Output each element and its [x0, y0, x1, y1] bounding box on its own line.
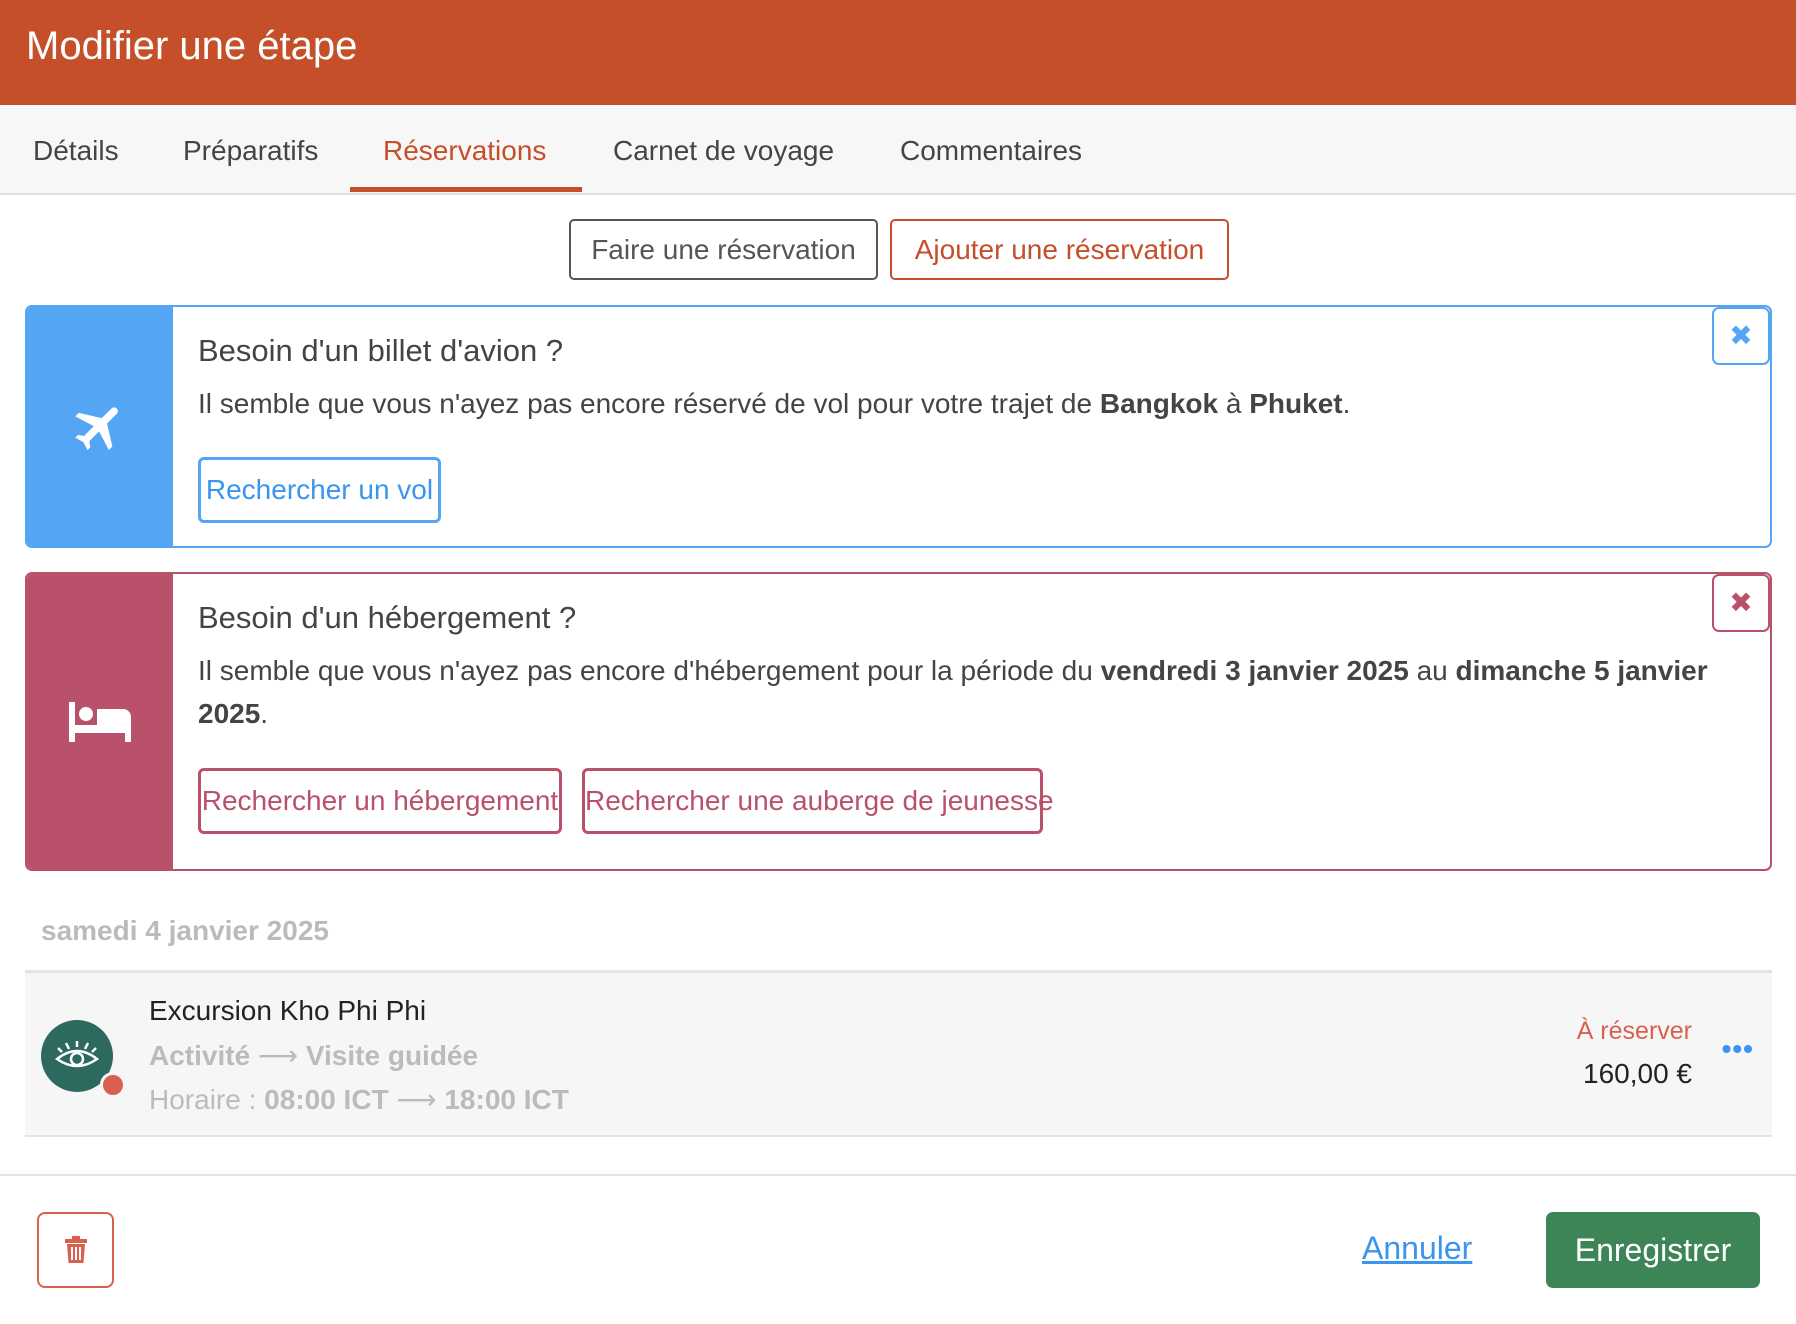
item-schedule: Horaire : 08:00 ICT ⟶ 18:00 ICT — [149, 1084, 569, 1115]
lodging-suggestion-card: Besoin d'un hébergement ? Il semble que … — [25, 572, 1772, 871]
tab-carnet-de-voyage[interactable]: Carnet de voyage — [613, 135, 834, 167]
active-tab-indicator — [350, 187, 582, 192]
search-lodging-button[interactable]: Rechercher un hébergement — [198, 768, 562, 834]
modal-title: Modifier une étape — [26, 24, 358, 68]
item-category: Activité ⟶ Visite guidée — [149, 1040, 479, 1071]
flight-card-sidebar — [27, 307, 173, 546]
more-options-icon[interactable]: ••• — [1722, 1033, 1754, 1065]
trash-icon — [64, 1236, 87, 1263]
modal-header: Modifier une étape — [0, 0, 1796, 105]
save-button[interactable]: Enregistrer — [1546, 1212, 1760, 1288]
lodging-card-text: Il semble que vous n'ayez pas encore d'h… — [198, 655, 1708, 729]
tab-reservations[interactable]: Réservations — [383, 135, 546, 167]
destination-city: Phuket — [1249, 388, 1343, 419]
reservation-item[interactable]: Excursion Kho Phi Phi Activité ⟶ Visite … — [25, 970, 1772, 1137]
make-reservation-button[interactable]: Faire une réservation — [569, 219, 878, 280]
lodging-start-date: vendredi 3 janvier 2025 — [1100, 655, 1409, 686]
flight-suggestion-card: Besoin d'un billet d'avion ? Il semble q… — [25, 305, 1772, 548]
tab-details[interactable]: Détails — [33, 135, 119, 167]
tab-commentaires[interactable]: Commentaires — [900, 135, 1082, 167]
tab-bar: Détails Préparatifs Réservations Carnet … — [0, 105, 1796, 195]
delete-button[interactable] — [37, 1212, 114, 1288]
lodging-card-title: Besoin d'un hébergement ? — [198, 600, 577, 635]
flight-card-close-icon[interactable]: ✖ — [1712, 307, 1770, 365]
plane-icon — [75, 406, 118, 450]
bed-icon — [69, 701, 131, 742]
day-heading: samedi 4 janvier 2025 — [41, 915, 329, 946]
cancel-link[interactable]: Annuler — [1362, 1230, 1472, 1267]
item-price: 160,00 € — [1583, 1058, 1692, 1089]
status-badge: À réserver — [1576, 1017, 1692, 1045]
lodging-card-close-icon[interactable]: ✖ — [1712, 574, 1770, 632]
lodging-card-sidebar — [27, 574, 173, 869]
footer-divider — [0, 1174, 1796, 1176]
flight-card-text: Il semble que vous n'ayez pas encore rés… — [198, 388, 1351, 419]
eye-icon — [54, 1041, 100, 1068]
origin-city: Bangkok — [1099, 388, 1219, 419]
search-hostel-button[interactable]: Rechercher une auberge de jeunesse — [582, 768, 1054, 834]
search-flight-button[interactable]: Rechercher un vol — [198, 457, 441, 523]
status-dot — [100, 1072, 126, 1098]
add-reservation-button[interactable]: Ajouter une réservation — [890, 219, 1229, 280]
tab-preparatifs[interactable]: Préparatifs — [183, 135, 318, 167]
item-title: Excursion Kho Phi Phi — [149, 995, 427, 1026]
flight-card-title: Besoin d'un billet d'avion ? — [198, 333, 564, 368]
